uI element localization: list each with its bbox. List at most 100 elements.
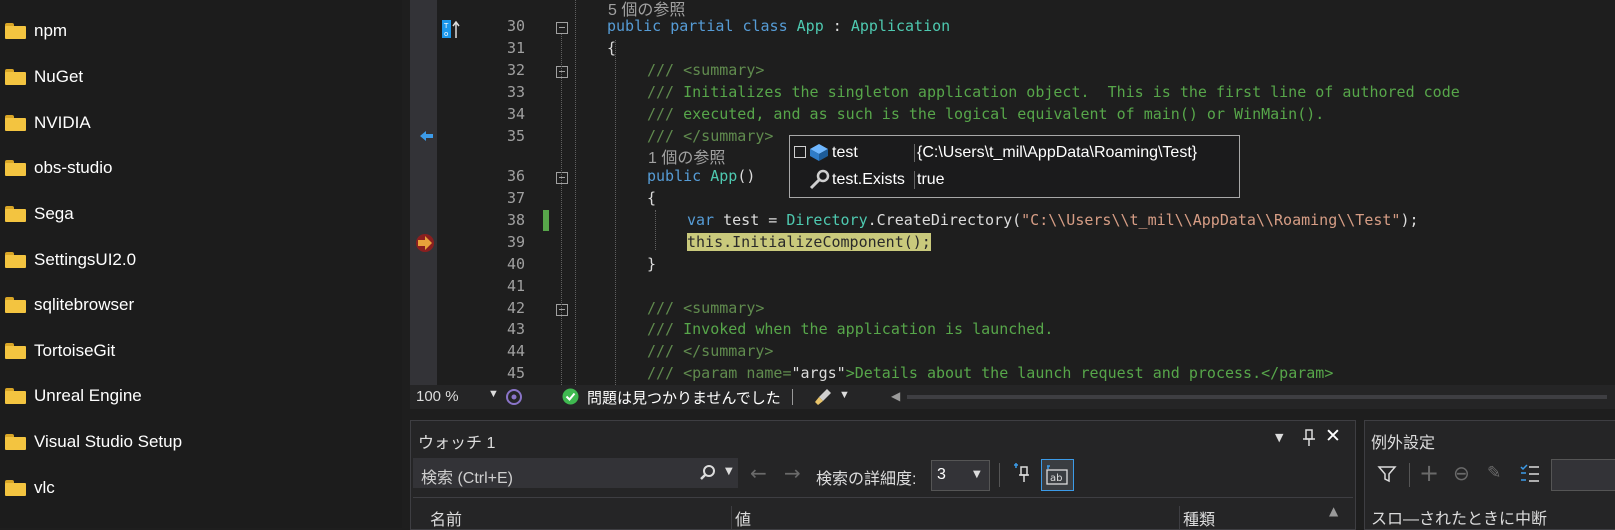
exception-search-box[interactable] (1551, 459, 1615, 491)
chevron-down-icon[interactable]: ▼ (1275, 431, 1283, 444)
bookmark-icon[interactable] (418, 127, 436, 145)
codelens-references[interactable]: 1 個の参照 (648, 144, 725, 168)
intellicode-icon[interactable] (504, 387, 524, 407)
chevron-down-icon[interactable]: ▼ (488, 388, 499, 400)
divider (999, 463, 1000, 487)
change-marker (543, 210, 549, 231)
filter-icon[interactable] (1377, 464, 1397, 484)
pin-icon[interactable] (1301, 429, 1317, 447)
line-number: 32 (506, 61, 525, 79)
folder-item[interactable]: TortoiseGit (0, 333, 115, 369)
code-line: /// executed, and as such is the logical… (647, 105, 1325, 123)
folder-item[interactable]: NVIDIA (0, 105, 91, 141)
collapse-toggle[interactable] (556, 66, 568, 78)
chevron-down-icon[interactable]: ▼ (839, 389, 850, 401)
scroll-left-icon[interactable]: ◀ (891, 389, 900, 403)
line-number: 41 (506, 277, 525, 295)
line-number: 38 (506, 211, 525, 229)
folder-item[interactable]: Sega (0, 196, 74, 232)
column-type[interactable]: 種類 (1179, 506, 1215, 530)
panel-title: 例外設定 (1371, 435, 1436, 452)
pin-to-source-icon[interactable] (1012, 462, 1034, 484)
panel-title: ウォッチ 1 (418, 435, 496, 452)
folder-label: vlc (34, 478, 55, 497)
svg-text:o: o (444, 30, 448, 38)
line-number: 34 (506, 105, 525, 123)
folder-label: NVIDIA (34, 113, 91, 132)
wrench-icon (809, 169, 830, 190)
checklist-icon[interactable] (1519, 463, 1541, 485)
line-number: 36 (506, 167, 525, 185)
folder-item[interactable]: NuGet (0, 59, 83, 95)
exception-hint: スロ―されたときに中断 (1371, 511, 1548, 528)
line-number: 40 (506, 255, 525, 273)
line-number: 42 (506, 299, 525, 317)
close-icon[interactable]: ✕ (1325, 425, 1341, 447)
line-number: 31 (506, 39, 525, 57)
folder-icon (5, 206, 26, 222)
code-line: /// <summary> (647, 299, 765, 317)
add-icon[interactable]: + (1419, 459, 1439, 487)
code-line: /// <summary> (647, 61, 765, 79)
code-line: public App() (647, 167, 756, 185)
folder-label: Visual Studio Setup (34, 432, 183, 451)
folder-item[interactable]: Visual Studio Setup (0, 424, 182, 460)
collapse-toggle[interactable] (556, 22, 568, 34)
collapse-toggle[interactable] (556, 304, 568, 316)
search-depth-value: 3 (937, 466, 946, 483)
folder-item[interactable]: sqlitebrowser (0, 287, 134, 323)
folder-label: npm (34, 21, 68, 40)
chevron-down-icon[interactable]: ▼ (725, 466, 733, 477)
chevron-down-icon: ▼ (973, 469, 981, 480)
search-input[interactable]: 検索 (Ctrl+E) (421, 464, 513, 488)
code-line: /// </summary> (647, 127, 774, 145)
code-line: var test = Directory.CreateDirectory("C:… (687, 211, 1419, 229)
current-statement-arrow-icon[interactable] (414, 233, 436, 253)
code-line: /// Initializes the singleton applicatio… (647, 83, 1460, 101)
datatip-popup[interactable]: test {C:\Users\t_mil\AppData\Roaming\Tes… (789, 135, 1240, 198)
issues-status[interactable]: 問題は見つかりませんでした (587, 387, 781, 408)
folder-icon (5, 480, 26, 496)
expand-toggle-icon[interactable] (794, 146, 806, 158)
collapse-toggle[interactable] (556, 172, 568, 184)
zoom-level[interactable]: 100 % (416, 388, 459, 405)
back-arrow-icon[interactable]: ← (750, 461, 767, 485)
text-ab-icon: ab (1046, 465, 1068, 485)
folder-item[interactable]: obs-studio (0, 150, 112, 186)
horizontal-scrollbar[interactable] (907, 395, 1607, 399)
search-depth-label: 検索の詳細度: (816, 471, 917, 488)
search-icon[interactable] (699, 464, 717, 482)
indent-guide (615, 40, 616, 385)
folder-item[interactable]: npm (0, 13, 67, 49)
line-number: 35 (506, 127, 525, 145)
current-statement-line: this.InitializeComponent(); (687, 233, 931, 251)
code-line: { (647, 189, 657, 207)
edit-pencil-icon[interactable]: ✎ (1487, 463, 1501, 483)
folder-icon (5, 434, 26, 450)
cleanup-brush-icon[interactable] (813, 387, 833, 407)
folder-item[interactable]: SettingsUI2.0 (0, 242, 136, 278)
outline-guide (561, 34, 562, 385)
view-as-text-toggle[interactable]: ab (1041, 459, 1074, 491)
search-depth-select[interactable]: 3 ▼ (931, 460, 990, 491)
folder-item[interactable]: Unreal Engine (0, 378, 142, 414)
watch-search-box[interactable]: 検索 (Ctrl+E) ▼ (413, 458, 738, 488)
remove-icon[interactable]: ⊖ (1453, 461, 1470, 485)
folder-label: obs-studio (34, 158, 113, 177)
folder-item[interactable]: vlc (0, 470, 55, 506)
datatip-value[interactable]: true (914, 171, 945, 189)
folder-icon (5, 297, 26, 313)
line-number: 33 (506, 83, 525, 101)
check-circle-icon (562, 388, 579, 405)
column-name[interactable]: 名前 (430, 506, 462, 530)
column-value[interactable]: 値 (731, 506, 751, 530)
forward-arrow-icon[interactable]: → (784, 461, 801, 485)
code-line: } (647, 255, 657, 273)
codelens-override-icon[interactable]: T o (442, 18, 462, 40)
code-line: { (607, 39, 617, 57)
scroll-up-icon[interactable]: ▲ (1329, 504, 1338, 518)
glyph-margin[interactable] (410, 0, 437, 385)
datatip-name: test.Exists (832, 171, 905, 188)
folder-icon (5, 69, 26, 85)
datatip-value[interactable]: {C:\Users\t_mil\AppData\Roaming\Test} (914, 144, 1197, 162)
